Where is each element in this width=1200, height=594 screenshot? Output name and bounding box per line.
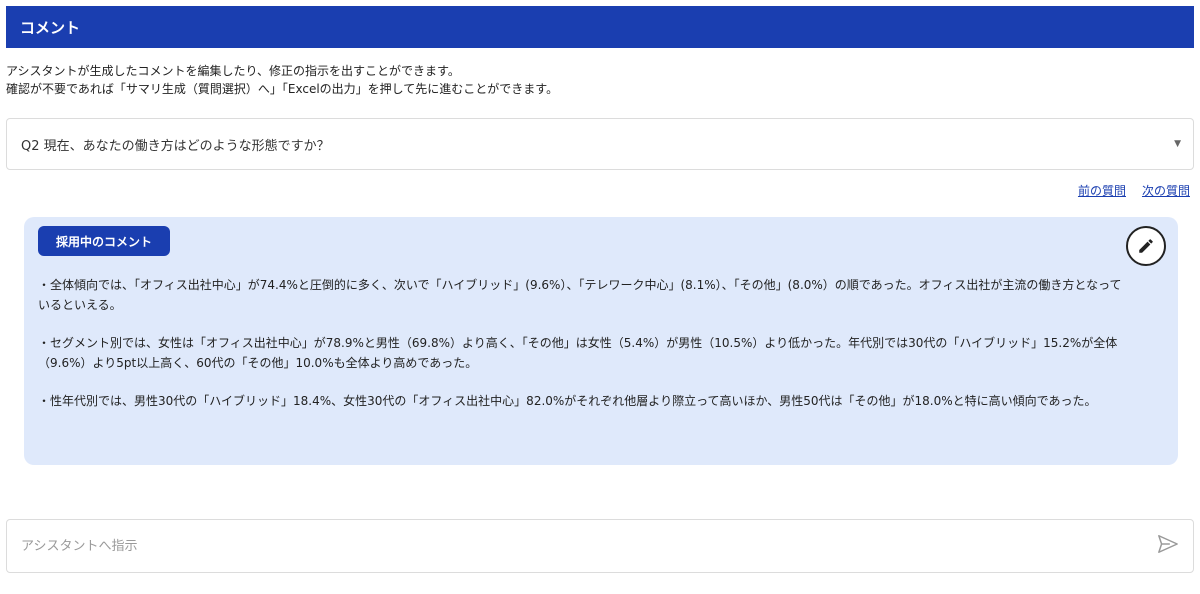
comment-card: 採用中のコメント ・全体傾向では、「オフィス出社中心」が74.4%と圧倒的に多く… [24, 217, 1178, 465]
chevron-down-icon: ▼ [1174, 139, 1181, 149]
instruction-box [6, 519, 1194, 573]
question-nav: 前の質問 次の質問 [1078, 182, 1190, 199]
edit-button[interactable] [1126, 226, 1166, 266]
description-line-1: アシスタントが生成したコメントを編集したり、修正の指示を出すことができます。 [6, 64, 460, 78]
comment-paragraph-2: ・セグメント別では、女性は「オフィス出社中心」が78.9%と男性（69.8%）よ… [38, 336, 1118, 370]
prev-question-link[interactable]: 前の質問 [1078, 182, 1126, 199]
question-select-value: Q2 現在、あなたの働き方はどのような形態ですか？ [21, 138, 330, 154]
next-question-link[interactable]: 次の質問 [1142, 182, 1190, 199]
instruction-input[interactable] [7, 526, 1107, 566]
description: アシスタントが生成したコメントを編集したり、修正の指示を出すことができます。 確… [6, 62, 558, 98]
comment-body: ・全体傾向では、「オフィス出社中心」が74.4%と圧倒的に多く、次いで「ハイブリ… [38, 275, 1128, 429]
pencil-icon [1139, 239, 1153, 253]
send-icon [1158, 535, 1178, 553]
comment-paragraph-3: ・性年代別では、男性30代の「ハイブリッド」18.4%、女性30代の「オフィス出… [38, 394, 1097, 408]
section-title: コメント [20, 18, 81, 37]
question-select[interactable]: Q2 現在、あなたの働き方はどのような形態ですか？ ▼ [6, 118, 1194, 170]
comment-paragraph-1: ・全体傾向では、「オフィス出社中心」が74.4%と圧倒的に多く、次いで「ハイブリ… [38, 278, 1122, 312]
description-line-2: 確認が不要であれば「サマリ生成（質問選択）へ」「Excelの出力」を押して先に進… [6, 82, 559, 96]
section-header: コメント [6, 6, 1194, 48]
adopted-comment-badge: 採用中のコメント [38, 226, 171, 256]
send-button[interactable] [1157, 533, 1179, 559]
